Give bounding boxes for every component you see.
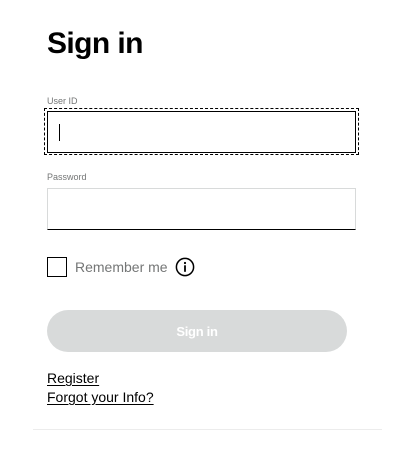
- info-icon[interactable]: [175, 257, 195, 277]
- password-label: Password: [47, 172, 87, 182]
- remember-me-checkbox[interactable]: [47, 257, 67, 277]
- remember-me-row: Remember me: [47, 257, 195, 277]
- password-input[interactable]: [47, 188, 356, 230]
- forgot-info-link[interactable]: Forgot your Info?: [47, 388, 154, 406]
- user-id-label: User ID: [47, 96, 78, 106]
- text-cursor: [59, 124, 60, 141]
- page-title: Sign in: [47, 27, 143, 60]
- user-id-input[interactable]: [47, 111, 356, 153]
- divider: [33, 429, 382, 430]
- sign-in-page: Sign in User ID Password Remember me Sig…: [0, 0, 420, 459]
- register-link[interactable]: Register: [47, 369, 99, 387]
- sign-in-button[interactable]: Sign in: [47, 310, 347, 352]
- remember-me-label[interactable]: Remember me: [75, 259, 168, 275]
